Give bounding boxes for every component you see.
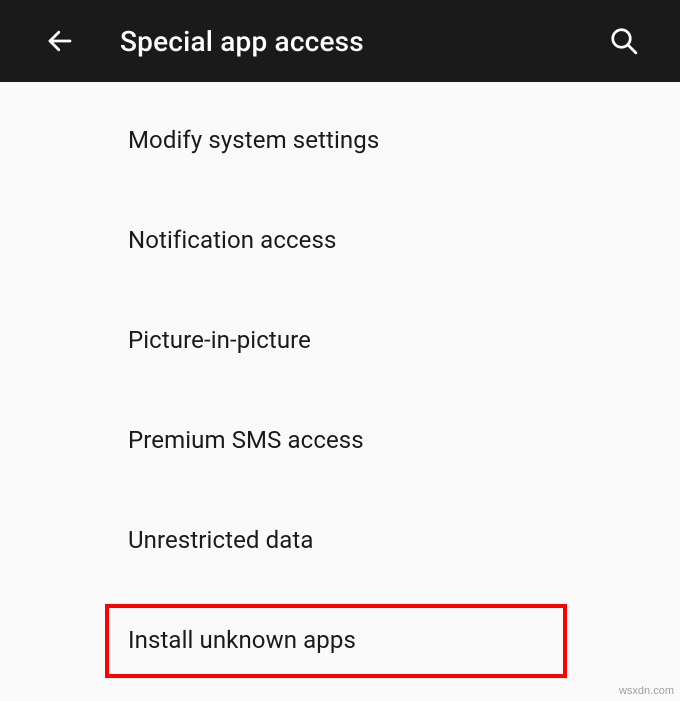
search-button[interactable] [600, 17, 648, 65]
list-item-label: Notification access [128, 226, 336, 254]
list-item-modify-system-settings[interactable]: Modify system settings [0, 90, 680, 190]
list-item-unrestricted-data[interactable]: Unrestricted data [0, 490, 680, 590]
list-item-label: Premium SMS access [128, 426, 364, 454]
settings-list: Modify system settings Notification acce… [0, 82, 680, 690]
list-item-install-unknown-apps[interactable]: Install unknown apps [0, 590, 680, 690]
list-item-notification-access[interactable]: Notification access [0, 190, 680, 290]
watermark-text: wsxdn.com [619, 685, 674, 697]
search-icon [609, 26, 639, 56]
back-arrow-icon [45, 26, 75, 56]
app-bar: Special app access [0, 0, 680, 82]
list-item-premium-sms-access[interactable]: Premium SMS access [0, 390, 680, 490]
list-item-label: Modify system settings [128, 126, 379, 154]
list-item-picture-in-picture[interactable]: Picture-in-picture [0, 290, 680, 390]
list-item-label: Install unknown apps [128, 626, 356, 654]
list-item-label: Unrestricted data [128, 526, 314, 554]
list-item-label: Picture-in-picture [128, 326, 311, 354]
back-button[interactable] [36, 17, 84, 65]
page-title: Special app access [120, 25, 600, 58]
